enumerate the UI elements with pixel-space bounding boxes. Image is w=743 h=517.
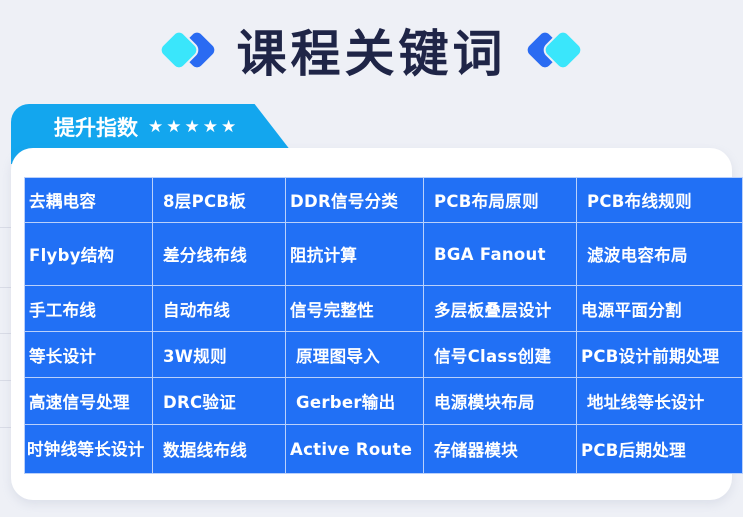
- rating-label: 提升指数: [54, 116, 138, 140]
- keyword-cell: 原理图导入: [285, 331, 424, 378]
- keyword-cell: 3W规则: [152, 331, 286, 378]
- table-row: 高速信号处理 DRC验证 Gerber输出 电源模块布局 地址线等长设计: [24, 377, 743, 425]
- keyword-cell: Gerber输出: [285, 377, 424, 425]
- keyword-cell: DDR信号分类: [285, 177, 424, 223]
- keyword-cell: PCB后期处理: [576, 424, 743, 474]
- keyword-cell: 8层PCB板: [152, 177, 286, 223]
- keyword-cell: 滤波电容布局: [576, 222, 743, 286]
- keyword-cell: 时钟线等长设计: [24, 424, 153, 474]
- keyword-cell: 阻抗计算: [285, 222, 424, 286]
- table-row: 等长设计 3W规则 原理图导入 信号Class创建 PCB设计前期处理: [24, 331, 743, 378]
- keyword-cell: 电源模块布局: [423, 377, 577, 425]
- header: 课程关键词: [0, 10, 743, 90]
- keyword-cell: Flyby结构: [24, 222, 153, 286]
- table-row: Flyby结构 差分线布线 阻抗计算 BGA Fanout 滤波电容布局: [24, 222, 743, 286]
- keyword-cell: 手工布线: [24, 285, 153, 332]
- table-row: 去耦电容 8层PCB板 DDR信号分类 PCB布局原则 PCB布线规则: [24, 177, 743, 223]
- keyword-cell: 去耦电容: [24, 177, 153, 223]
- double-diamond-icon: [524, 28, 585, 72]
- double-diamond-icon: [158, 28, 219, 72]
- keyword-cell: PCB布局原则: [423, 177, 577, 223]
- keyword-cell: PCB设计前期处理: [576, 331, 743, 378]
- table-row: 时钟线等长设计 数据线布线 Active Route 存储器模块 PCB后期处理: [24, 424, 743, 474]
- keyword-cell: 数据线布线: [152, 424, 286, 474]
- table-row: 手工布线 自动布线 信号完整性 多层板叠层设计 电源平面分割: [24, 285, 743, 332]
- keyword-cell: 地址线等长设计: [576, 377, 743, 425]
- page-title: 课程关键词: [236, 25, 507, 83]
- keyword-cell: DRC验证: [152, 377, 286, 425]
- keyword-cell: 自动布线: [152, 285, 286, 332]
- keyword-cell: 差分线布线: [152, 222, 286, 286]
- section-tab-label: 提升指数 ★★★★★: [54, 112, 239, 142]
- keyword-cell: 高速信号处理: [24, 377, 153, 425]
- keyword-cell: 电源平面分割: [576, 285, 743, 332]
- keyword-cell: 存储器模块: [423, 424, 577, 474]
- keyword-cell: 等长设计: [24, 331, 153, 378]
- keyword-cell: 信号Class创建: [423, 331, 577, 378]
- keyword-cell: Active Route: [285, 424, 424, 474]
- keyword-cell: PCB布线规则: [576, 177, 743, 223]
- keyword-cell: 信号完整性: [285, 285, 424, 332]
- star-icon: ★★★★★: [148, 117, 240, 137]
- keyword-cell: 多层板叠层设计: [423, 285, 577, 332]
- keywords-table: 去耦电容 8层PCB板 DDR信号分类 PCB布局原则 PCB布线规则 Flyb…: [24, 177, 743, 474]
- keyword-cell: BGA Fanout: [423, 222, 577, 286]
